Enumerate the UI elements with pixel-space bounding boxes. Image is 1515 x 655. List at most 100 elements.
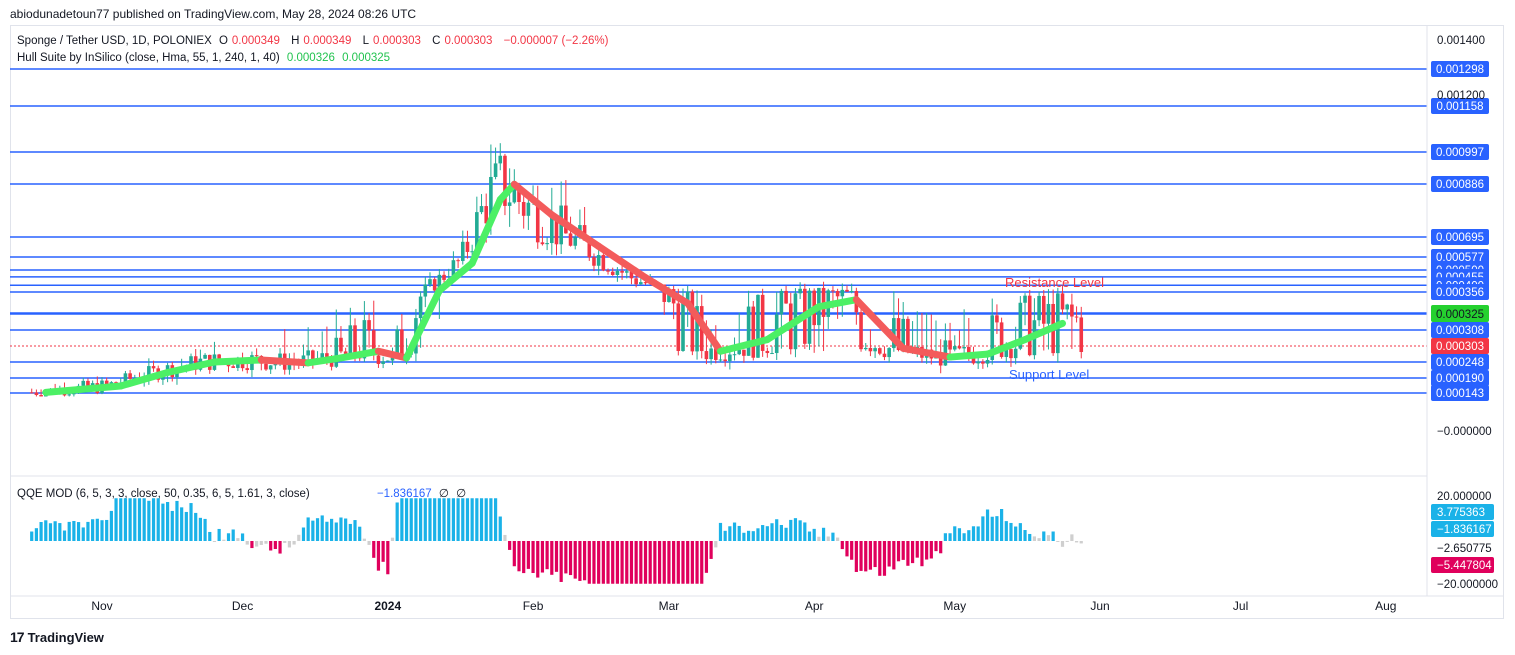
qqe-bar xyxy=(287,541,292,548)
qqe-bar xyxy=(175,500,179,541)
candle-body xyxy=(465,241,470,252)
candle-body xyxy=(709,348,713,360)
qqe-bar xyxy=(887,541,891,567)
qqe-bar xyxy=(784,527,788,541)
qqe-bar xyxy=(929,541,933,559)
time-tick-label: 2024 xyxy=(374,599,401,613)
qqe-bar xyxy=(165,502,170,541)
qqe-bar xyxy=(353,520,357,541)
candle-body xyxy=(456,260,460,262)
qqe-bar xyxy=(292,541,296,545)
candle-body xyxy=(479,206,484,213)
candle-body xyxy=(353,325,357,356)
qqe-bar xyxy=(981,516,985,541)
qqe-bar xyxy=(498,516,502,541)
qqe-bar xyxy=(217,528,221,541)
price-chart[interactable]: 0.001298 0.001158 0.000997 0.000886 0.000695… xyxy=(0,0,1515,655)
qqe-bar xyxy=(348,523,352,541)
qqe-bar xyxy=(72,520,76,541)
qqe-bar xyxy=(639,541,643,584)
qqe-bar xyxy=(751,531,755,541)
qqe-bar xyxy=(540,541,545,573)
hull-segment xyxy=(716,336,771,355)
time-tick-label: Feb xyxy=(523,599,544,613)
qqe-bar xyxy=(573,541,577,579)
qqe-bar xyxy=(554,541,559,572)
qqe-bar xyxy=(732,522,737,541)
qqe-bar xyxy=(105,519,109,541)
qqe-bar xyxy=(901,541,905,560)
qqe-bar xyxy=(723,530,727,541)
qqe-bar xyxy=(503,534,507,541)
qqe-bar xyxy=(1056,541,1060,542)
price-tick-label: 0.001400 xyxy=(1437,35,1485,47)
qqe-bar xyxy=(559,541,563,582)
qqe-bar xyxy=(943,533,947,541)
candle-body xyxy=(798,288,802,294)
qqe-bar xyxy=(306,517,310,541)
candle-body xyxy=(493,163,498,177)
candle-body xyxy=(376,355,381,364)
qqe-bar xyxy=(531,541,535,574)
qqe-bar xyxy=(990,516,994,541)
qqe-bar xyxy=(1060,541,1065,547)
qqe-bar xyxy=(854,541,858,572)
candle-body xyxy=(334,337,339,367)
candle-body xyxy=(1065,304,1070,310)
qqe-bar xyxy=(208,531,212,541)
candle-body xyxy=(596,255,601,266)
candle-body xyxy=(624,271,629,273)
candle-body xyxy=(592,257,596,266)
qqe-bar xyxy=(803,522,807,541)
qqe-bar xyxy=(222,539,226,541)
candle-body xyxy=(418,296,423,319)
qqe-bar xyxy=(475,498,479,541)
qqe-axis-label: −1.836167 xyxy=(1437,524,1492,536)
qqe-bar xyxy=(1014,526,1018,541)
qqe-bar xyxy=(404,498,409,541)
candle-body xyxy=(381,361,385,364)
qqe-bar xyxy=(409,498,413,541)
qqe-bar xyxy=(362,538,366,541)
candle-body xyxy=(1074,316,1079,318)
qqe-bar xyxy=(465,498,470,541)
qqe-bar xyxy=(807,531,812,541)
qqe-bar xyxy=(831,532,835,541)
time-tick-label: May xyxy=(943,599,966,613)
qqe-bar xyxy=(423,498,427,541)
qqe-bar xyxy=(667,541,671,584)
level-price-label: 0.001298 xyxy=(1436,64,1484,76)
price-tick-label: −0.000000 xyxy=(1437,426,1492,438)
hull-segment xyxy=(257,356,312,367)
qqe-bar xyxy=(170,510,174,541)
qqe-bar xyxy=(339,517,343,541)
qqe-bar xyxy=(329,518,334,541)
qqe-bar xyxy=(269,541,273,551)
qqe-bar xyxy=(1023,530,1027,541)
tradingview-logo-icon: 17 xyxy=(10,629,25,645)
qqe-bar xyxy=(934,541,938,552)
qqe-bar xyxy=(939,541,943,554)
qqe-bar xyxy=(390,537,395,541)
qqe-bar xyxy=(920,541,924,567)
tradingview-brand[interactable]: 17 TradingView xyxy=(10,629,104,645)
candle-body xyxy=(254,355,259,357)
candle-body xyxy=(962,346,966,349)
qqe-bar xyxy=(414,498,418,541)
level-price-label: 0.000325 xyxy=(1436,309,1484,321)
candle-body xyxy=(81,380,86,386)
qqe-bar xyxy=(714,541,718,548)
candle-body xyxy=(868,347,873,352)
qqe-bar xyxy=(62,530,67,541)
qqe-bar xyxy=(761,525,765,541)
candle-body xyxy=(460,241,465,261)
qqe-bar xyxy=(779,524,783,541)
qqe-bar xyxy=(184,511,188,541)
qqe-bar xyxy=(737,525,741,541)
qqe-bar xyxy=(433,498,437,541)
qqe-bar xyxy=(662,541,666,584)
qqe-bar xyxy=(493,498,498,541)
candle-body xyxy=(1023,295,1027,303)
candle-body xyxy=(400,329,404,357)
qqe-bar xyxy=(836,537,840,541)
